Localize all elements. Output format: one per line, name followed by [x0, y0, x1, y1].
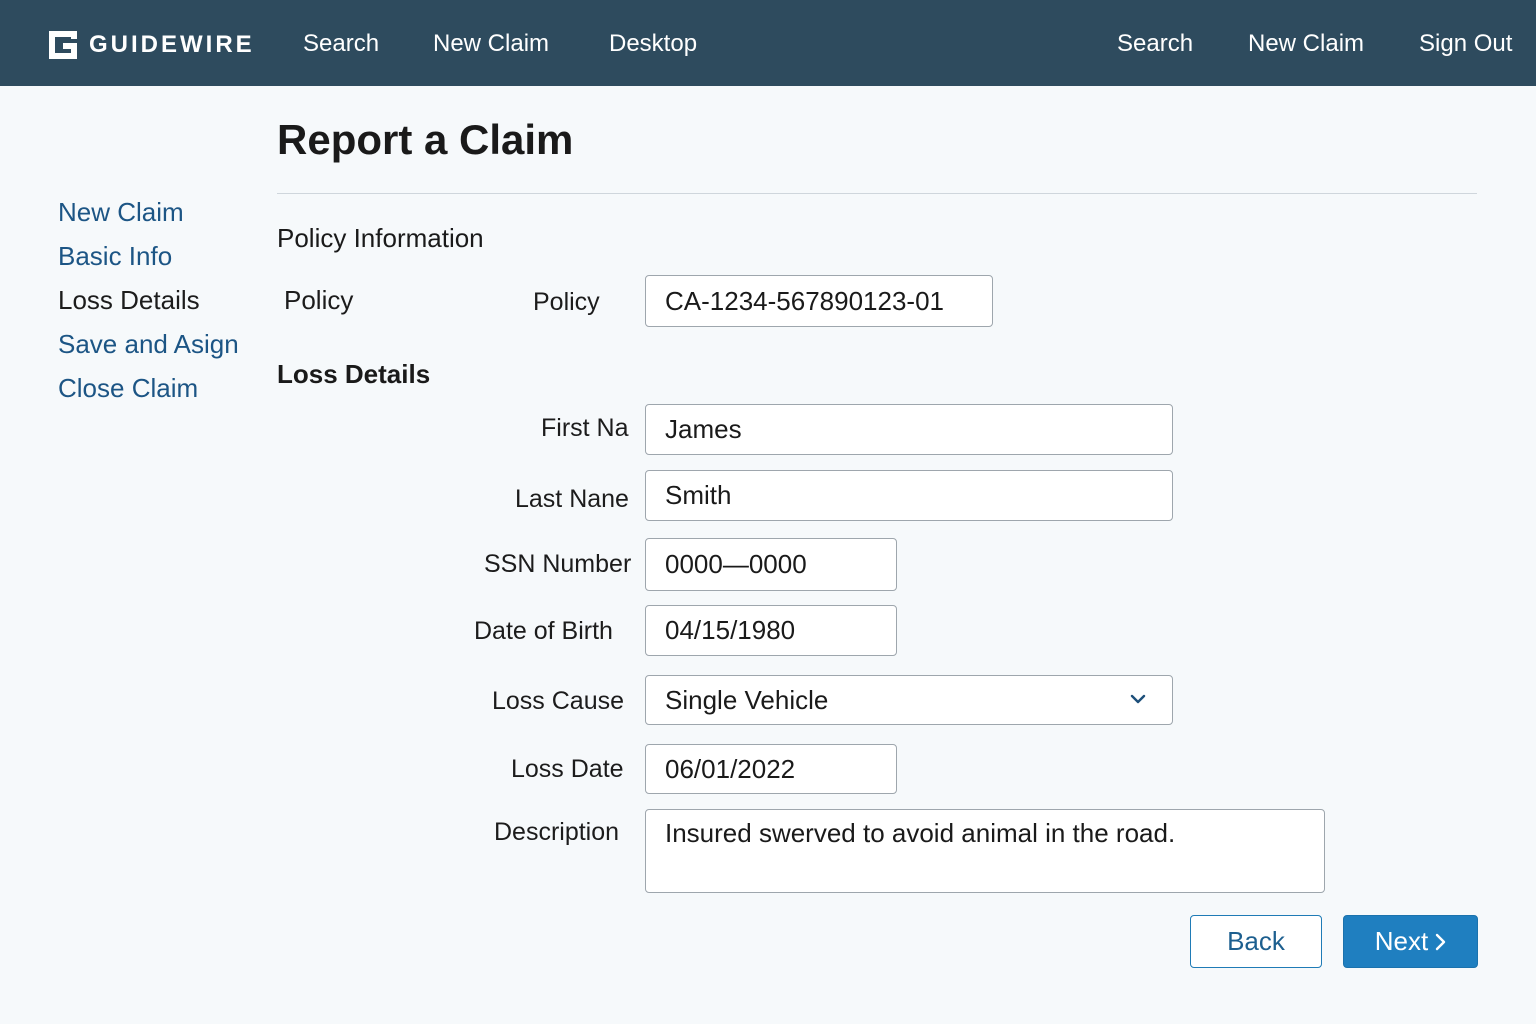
ssn-field[interactable]: 0000—0000: [645, 538, 897, 591]
brand-name: GUIDEWIRE: [89, 31, 255, 58]
description-label: Description: [494, 818, 620, 846]
loss-date-label: Loss Date: [511, 755, 624, 783]
nav-search[interactable]: Search: [303, 30, 379, 58]
last-name-label: Last Nane: [515, 485, 629, 513]
loss-details-heading: Loss Details: [277, 359, 431, 389]
guidewire-logo-icon: [49, 31, 77, 59]
sign-out-link[interactable]: Sign Out: [1419, 30, 1512, 58]
loss-cause-select[interactable]: Single Vehicle: [645, 675, 1173, 725]
nav-new-claim[interactable]: New Claim: [433, 30, 549, 58]
date-of-birth-field[interactable]: 04/15/1980: [645, 605, 897, 656]
ssn-label: SSN Number: [484, 550, 632, 578]
page-title: Report a Claim: [277, 116, 574, 163]
chevron-down-icon: [1130, 694, 1146, 704]
sidebar-item-close-claim[interactable]: Close Claim: [58, 373, 198, 404]
policy-left-label: Policy: [284, 285, 354, 315]
date-of-birth-label: Date of Birth: [474, 617, 613, 645]
description-textarea[interactable]: Insured swerved to avoid animal in the r…: [645, 809, 1325, 893]
loss-cause-label: Loss Cause: [492, 687, 625, 715]
policy-information-heading: Policy Information: [277, 223, 484, 253]
sidebar-item-basic-info[interactable]: Basic Info: [58, 241, 172, 272]
next-button[interactable]: Next: [1343, 915, 1478, 968]
first-name-field[interactable]: James: [645, 404, 1173, 455]
title-divider: [277, 193, 1477, 194]
loss-cause-selected-value: Single Vehicle: [665, 684, 829, 715]
nav-right-search[interactable]: Search: [1117, 30, 1193, 58]
sidebar-item-save-and-assign[interactable]: Save and Asign: [58, 329, 239, 360]
nav-desktop[interactable]: Desktop: [609, 30, 697, 58]
last-name-field[interactable]: Smith: [645, 470, 1173, 521]
loss-date-field[interactable]: 06/01/2022: [645, 744, 897, 794]
sidebar-item-new-claim[interactable]: New Claim: [58, 197, 184, 228]
first-name-label: First Na: [541, 414, 629, 442]
policy-field-label: Policy: [533, 288, 600, 316]
nav-right-new-claim[interactable]: New Claim: [1248, 30, 1364, 58]
back-button[interactable]: Back: [1190, 915, 1322, 968]
sidebar-item-loss-details[interactable]: Loss Details: [58, 285, 200, 316]
back-button-label: Back: [1227, 926, 1285, 956]
chevron-right-icon: [1436, 933, 1446, 950]
next-button-label: Next: [1374, 926, 1429, 956]
policy-number-field[interactable]: CA-1234-567890123-01: [645, 275, 993, 327]
guidewire-logo[interactable]: GUIDEWIRE: [47, 29, 255, 61]
top-nav-bar: GUIDEWIRE Search New Claim Desktop Searc…: [0, 0, 1536, 86]
